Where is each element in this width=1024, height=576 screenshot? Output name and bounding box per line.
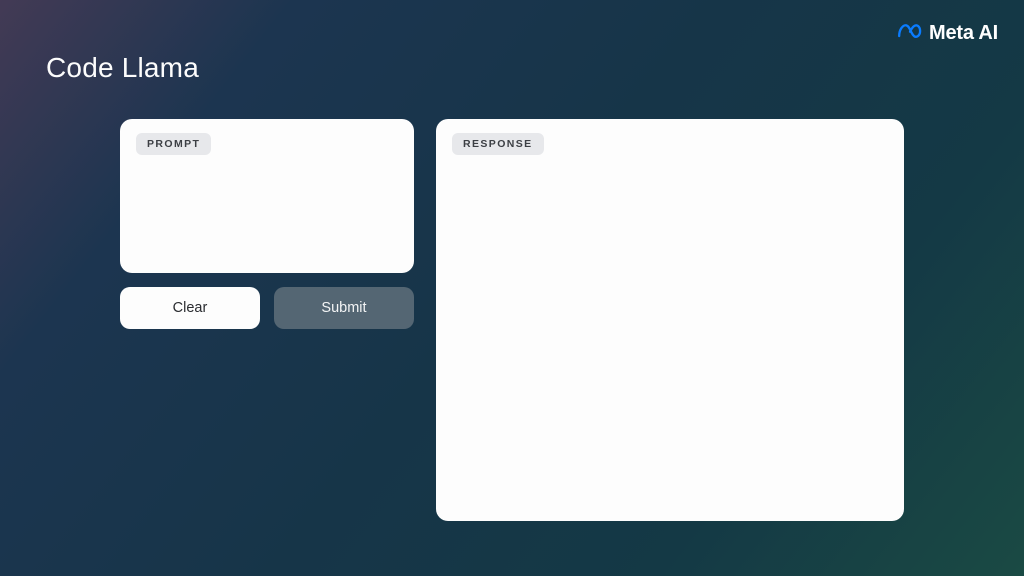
meta-logo-icon [897,22,923,45]
prompt-panel[interactable]: PROMPT [120,119,414,273]
response-label-badge: RESPONSE [452,133,544,155]
submit-button[interactable]: Submit [274,287,414,329]
prompt-label-badge: PROMPT [136,133,211,155]
left-column: PROMPT Clear Submit [120,119,414,329]
page-title: Code Llama [46,52,199,84]
response-panel: RESPONSE [436,119,904,521]
button-row: Clear Submit [120,287,414,329]
clear-button[interactable]: Clear [120,287,260,329]
brand-logo-area: Meta AI [897,22,998,45]
brand-name: Meta AI [929,22,998,45]
main-content: PROMPT Clear Submit RESPONSE [120,119,904,521]
